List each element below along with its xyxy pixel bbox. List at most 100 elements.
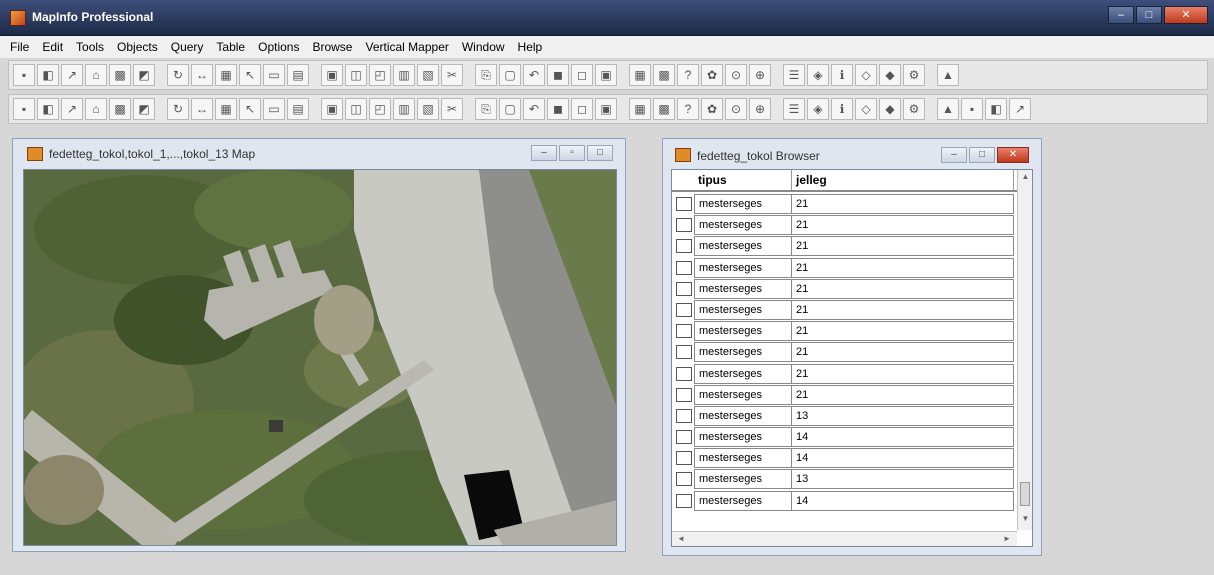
find-icon[interactable]: ⊙ <box>725 64 747 86</box>
map5-icon[interactable]: ▩ <box>653 64 675 86</box>
layout-icon[interactable]: ▥ <box>393 64 415 86</box>
line-icon[interactable]: ▪ <box>13 98 35 120</box>
rectangle-icon[interactable]: ↻ <box>167 98 189 120</box>
table-row[interactable]: mesterseges 13 <box>672 405 1017 427</box>
ruler-icon[interactable]: ⊕ <box>749 98 771 120</box>
polyline-icon[interactable]: ◧ <box>37 98 59 120</box>
rounded-rect-icon[interactable]: ↔ <box>191 98 213 120</box>
cell-tipus[interactable]: mesterseges <box>694 257 792 278</box>
table-row[interactable]: mesterseges 21 <box>672 278 1017 300</box>
row-select-checkbox[interactable] <box>676 493 692 508</box>
help-icon[interactable]: ? <box>677 64 699 86</box>
graph-icon[interactable]: ▣ <box>595 98 617 120</box>
map-minimize-button[interactable]: – <box>531 145 557 161</box>
undo-icon[interactable]: ↶ <box>523 64 545 86</box>
row-select-checkbox[interactable] <box>676 302 692 317</box>
table-row[interactable]: mesterseges 14 <box>672 490 1017 512</box>
scroll-left-icon[interactable]: ◄ <box>674 532 688 546</box>
polygon-icon[interactable]: ▩ <box>109 98 131 120</box>
zoom-out-icon[interactable]: ▩ <box>653 98 675 120</box>
cell-jelleg[interactable]: 21 <box>792 299 1014 320</box>
grid-icon[interactable]: ▦ <box>215 64 237 86</box>
row-select-checkbox[interactable] <box>676 366 692 381</box>
rotate-icon[interactable]: ↻ <box>167 64 189 86</box>
browser-icon[interactable]: ◰ <box>369 64 391 86</box>
close-button[interactable]: ✕ <box>1164 6 1208 24</box>
cell-jelleg[interactable]: 21 <box>792 194 1014 214</box>
ellipse-icon[interactable]: ◩ <box>133 98 155 120</box>
row-select-checkbox[interactable] <box>676 345 692 360</box>
save-icon[interactable]: ▪ <box>13 64 35 86</box>
cell-jelleg[interactable]: 21 <box>792 342 1014 363</box>
table-row[interactable]: mesterseges 21 <box>672 215 1017 236</box>
map3-icon[interactable]: ▣ <box>595 64 617 86</box>
sigma-icon[interactable]: ⚙ <box>903 98 925 120</box>
cell-jelleg[interactable]: 21 <box>792 257 1014 278</box>
marquee-icon[interactable]: ↶ <box>523 98 545 120</box>
menu-options[interactable]: Options <box>258 40 299 54</box>
thematic-tool-icon[interactable]: ◧ <box>985 98 1007 120</box>
copy-icon[interactable]: ⎘ <box>475 64 497 86</box>
menu-tools[interactable]: Tools <box>76 40 104 54</box>
text-style-icon[interactable]: ▥ <box>393 98 415 120</box>
cell-tipus[interactable]: mesterseges <box>694 299 792 320</box>
cell-tipus[interactable]: mesterseges <box>694 194 792 214</box>
cell-tipus[interactable]: mesterseges <box>694 448 792 469</box>
house-icon[interactable]: ▭ <box>263 98 285 120</box>
row-select-checkbox[interactable] <box>676 408 692 423</box>
map-maximize-button[interactable]: □ <box>587 145 613 161</box>
row-select-checkbox[interactable] <box>676 324 692 339</box>
scroll-up-icon[interactable]: ▲ <box>1018 172 1033 186</box>
table-row[interactable]: mesterseges 21 <box>672 363 1017 385</box>
chart-icon[interactable]: ◩ <box>133 64 155 86</box>
cell-jelleg[interactable]: 13 <box>792 405 1014 426</box>
row-select-checkbox[interactable] <box>676 218 692 233</box>
row-select-checkbox[interactable] <box>676 197 692 211</box>
map-restore-button[interactable]: ▫ <box>559 145 585 161</box>
split-icon[interactable]: ▪ <box>961 98 983 120</box>
info-tool-icon[interactable]: ⊙ <box>725 98 747 120</box>
table-row[interactable]: mesterseges 14 <box>672 448 1017 469</box>
symbol-icon[interactable]: ▣ <box>321 98 343 120</box>
change-view-icon[interactable]: ? <box>677 98 699 120</box>
cell-tipus[interactable]: mesterseges <box>694 321 792 342</box>
column-header-jelleg[interactable]: jelleg <box>792 170 1014 190</box>
cell-tipus[interactable]: mesterseges <box>694 490 792 511</box>
scroll-down-icon[interactable]: ▼ <box>1018 514 1033 528</box>
label-icon[interactable]: ☰ <box>783 98 805 120</box>
cell-tipus[interactable]: mesterseges <box>694 427 792 448</box>
table-row[interactable]: mesterseges 21 <box>672 342 1017 363</box>
reshape-icon[interactable]: ◫ <box>345 98 367 120</box>
cell-jelleg[interactable]: 21 <box>792 321 1014 342</box>
query-icon[interactable]: ◈ <box>807 64 829 86</box>
row-select-checkbox[interactable] <box>676 281 692 296</box>
drag-icon[interactable]: ◈ <box>807 98 829 120</box>
cell-jelleg[interactable]: 21 <box>792 363 1014 384</box>
circle-tool-icon[interactable]: ↗ <box>1009 98 1031 120</box>
table-row[interactable]: mesterseges 14 <box>672 427 1017 448</box>
layer-control-icon[interactable]: ℹ <box>831 98 853 120</box>
image-icon[interactable]: ▩ <box>109 64 131 86</box>
menu-file[interactable]: File <box>10 40 29 54</box>
map2-icon[interactable]: ◻ <box>571 64 593 86</box>
arrow-icon[interactable]: ▤ <box>287 98 309 120</box>
table-row[interactable]: mesterseges 21 <box>672 236 1017 257</box>
vertical-scroll-thumb[interactable] <box>1020 482 1030 506</box>
cell-jelleg[interactable]: 14 <box>792 490 1014 511</box>
cell-jelleg[interactable]: 21 <box>792 384 1014 405</box>
minimize-button[interactable]: – <box>1108 6 1134 24</box>
zoom-in-icon[interactable]: ▦ <box>629 98 651 120</box>
layers-icon[interactable]: ☰ <box>783 64 805 86</box>
menu-table[interactable]: Table <box>216 40 245 54</box>
map-canvas[interactable] <box>23 169 617 546</box>
info-icon[interactable]: ℹ <box>831 64 853 86</box>
unselect-icon[interactable]: ◻ <box>571 98 593 120</box>
print-icon[interactable]: ▧ <box>417 64 439 86</box>
angle-icon[interactable]: ⌂ <box>85 98 107 120</box>
menu-query[interactable]: Query <box>171 40 204 54</box>
vertical-scrollbar[interactable]: ▲ ▼ <box>1017 170 1032 530</box>
polygon-select-icon[interactable]: ▢ <box>499 98 521 120</box>
horizontal-scrollbar[interactable]: ◄ ► <box>672 531 1017 546</box>
table-row[interactable]: mesterseges 21 <box>672 257 1017 279</box>
arc-icon[interactable]: ↗ <box>61 98 83 120</box>
